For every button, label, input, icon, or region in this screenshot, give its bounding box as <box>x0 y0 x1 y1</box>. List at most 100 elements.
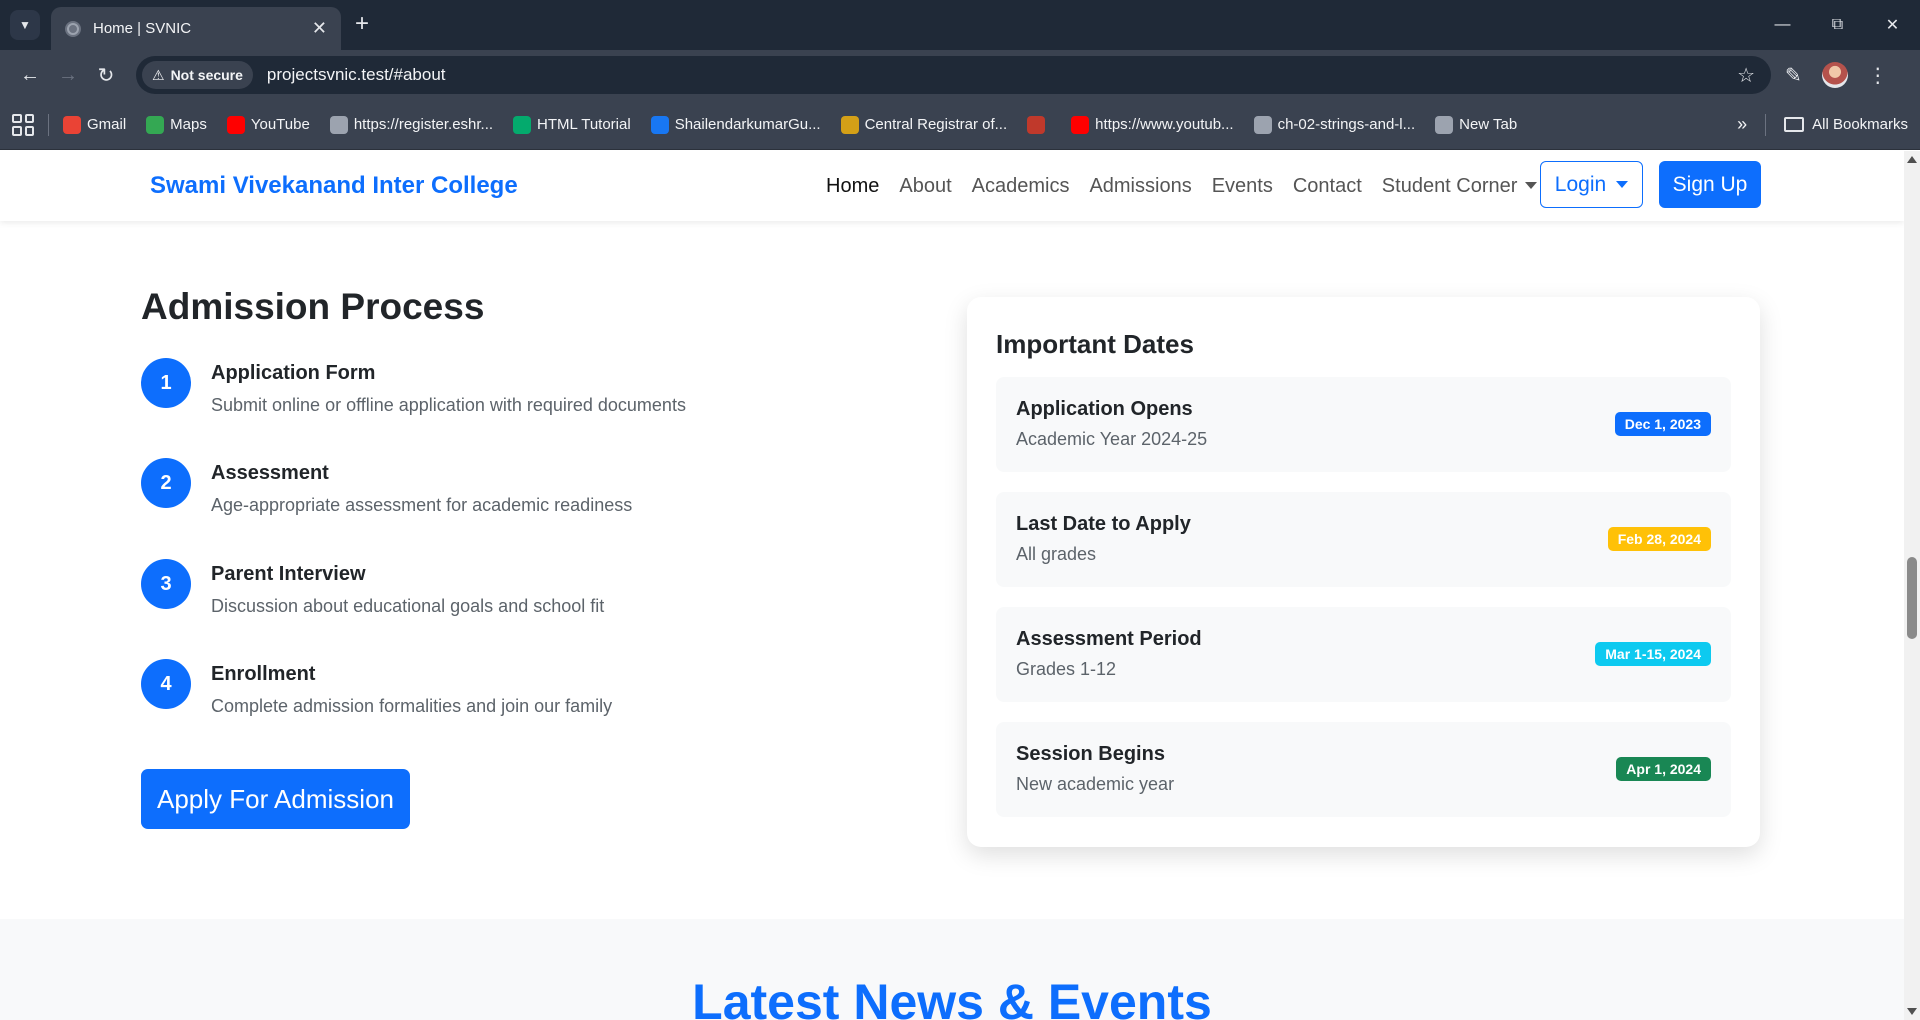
nav-about[interactable]: About <box>899 175 951 198</box>
security-indicator[interactable]: ⚠ Not secure <box>142 61 253 89</box>
bookmark-item[interactable]: ch-02-strings-and-l... <box>1253 115 1416 134</box>
bookmark-label: ch-02-strings-and-l... <box>1277 116 1416 133</box>
restore-icon[interactable]: ⧉ <box>1810 0 1865 50</box>
bookmark-label: Central Registrar of... <box>864 116 1008 133</box>
step-description: Age-appropriate assessment for academic … <box>211 495 633 515</box>
nav-admissions[interactable]: Admissions <box>1089 175 1191 198</box>
back-icon[interactable]: ← <box>12 57 48 93</box>
bookmark-item[interactable]: YouTube <box>226 115 310 134</box>
apps-grid-icon[interactable] <box>12 113 34 136</box>
youtube-icon <box>1071 115 1090 134</box>
bookmark-item[interactable]: Maps <box>146 115 207 134</box>
step-number-badge: 4 <box>141 659 191 709</box>
admission-step: 3 Parent Interview Discussion about educ… <box>141 559 841 629</box>
scrollbar-thumb[interactable] <box>1907 557 1917 639</box>
nav-student-corner-label: Student Corner <box>1381 174 1518 197</box>
new-tab-button[interactable]: + <box>355 12 369 36</box>
scroll-down-icon[interactable] <box>1907 1008 1917 1015</box>
divider <box>1765 113 1767 136</box>
page-viewport: Swami Vivekanand Inter College Home Abou… <box>0 151 1920 1020</box>
date-item: Assessment Period Grades 1-12 Mar 1-15, … <box>996 607 1731 702</box>
step-title: Enrollment <box>211 663 316 685</box>
login-dropdown-button[interactable]: Login <box>1540 161 1643 208</box>
bookmark-label: https://register.eshr... <box>353 116 494 133</box>
omnibox[interactable]: ⚠ Not secure projectsvnic.test/#about ☆ <box>136 56 1771 94</box>
nav-contact[interactable]: Contact <box>1293 175 1362 198</box>
date-item-name: Session Begins <box>1016 743 1165 765</box>
extensions-icon[interactable]: ✎ <box>1785 63 1802 88</box>
bookmark-item[interactable]: https://www.youtub... <box>1071 115 1234 134</box>
bookmark-label: ShailendarkumarGu... <box>674 116 821 133</box>
folder-icon <box>1784 117 1805 132</box>
caret-down-icon <box>1525 181 1538 189</box>
bookmark-item[interactable]: HTML Tutorial <box>513 115 631 134</box>
bookmark-label: https://www.youtub... <box>1095 116 1234 133</box>
bookmark-item[interactable]: ShailendarkumarGu... <box>650 115 821 134</box>
date-badge: Feb 28, 2024 <box>1607 527 1711 551</box>
date-item-subtitle: All grades <box>1016 544 1097 564</box>
news-section-title: Latest News & Events <box>692 974 1212 1020</box>
important-dates-card: Important Dates Application Opens Academ… <box>967 297 1760 847</box>
step-description: Submit online or offline application wit… <box>211 395 686 415</box>
chevron-down-icon: ▼ <box>19 18 31 32</box>
all-bookmarks-button[interactable]: All Bookmarks <box>1812 116 1908 133</box>
nav-home[interactable]: Home <box>826 175 879 198</box>
page-icon <box>1027 115 1046 134</box>
url-text[interactable]: projectsvnic.test/#about <box>267 65 1737 85</box>
browser-tab-active[interactable]: Home | SVNIC ✕ <box>51 7 341 50</box>
security-label: Not secure <box>170 67 243 83</box>
bookmark-label: Maps <box>170 116 207 133</box>
bookmark-item[interactable]: Gmail <box>63 115 127 134</box>
nav-events[interactable]: Events <box>1212 175 1273 198</box>
date-badge: Dec 1, 2023 <box>1614 412 1711 436</box>
date-badge: Apr 1, 2024 <box>1616 757 1711 781</box>
signup-button[interactable]: Sign Up <box>1659 161 1761 208</box>
date-item-name: Assessment Period <box>1016 628 1202 650</box>
tab-title: Home | SVNIC <box>93 20 192 37</box>
site-brand[interactable]: Swami Vivekanand Inter College <box>150 172 518 200</box>
nav-academics[interactable]: Academics <box>972 175 1070 198</box>
globe-icon <box>1435 115 1454 134</box>
close-icon[interactable]: ✕ <box>312 18 327 39</box>
forward-icon[interactable]: → <box>50 57 86 93</box>
more-bookmarks-icon[interactable]: » <box>1737 114 1747 135</box>
date-item-subtitle: New academic year <box>1016 774 1175 794</box>
bookmark-label: Gmail <box>87 116 127 133</box>
step-number-badge: 2 <box>141 458 191 508</box>
window-close-icon[interactable]: ✕ <box>1865 0 1920 50</box>
star-icon[interactable]: ☆ <box>1737 63 1755 88</box>
address-toolbar: ← → ↻ ⚠ Not secure projectsvnic.test/#ab… <box>0 50 1920 100</box>
minimize-icon[interactable]: — <box>1755 0 1810 50</box>
login-label: Login <box>1554 172 1607 196</box>
nav-links: Home About Academics Admissions Events C… <box>826 175 1557 198</box>
globe-icon <box>1253 115 1272 134</box>
admission-step: 4 Enrollment Complete admission formalit… <box>141 659 841 729</box>
step-title: Application Form <box>211 362 376 384</box>
divider <box>48 113 49 136</box>
emblem-icon <box>329 115 348 134</box>
menu-kebab-icon[interactable]: ⋮ <box>1868 63 1888 88</box>
date-item-subtitle: Academic Year 2024-25 <box>1016 429 1208 449</box>
step-number-badge: 3 <box>141 559 191 609</box>
profile-avatar[interactable] <box>1821 62 1848 88</box>
w3schools-icon <box>513 115 532 134</box>
scroll-up-icon[interactable] <box>1907 156 1917 163</box>
tab-search-button[interactable]: ▼ <box>10 10 40 40</box>
admission-process-title: Admission Process <box>141 286 485 327</box>
bookmark-label: HTML Tutorial <box>537 116 631 133</box>
date-item: Application Opens Academic Year 2024-25 … <box>996 377 1731 472</box>
bookmark-item[interactable]: Central Registrar of... <box>840 115 1008 134</box>
bookmark-item[interactable] <box>1027 115 1051 134</box>
reload-icon[interactable]: ↻ <box>88 57 124 93</box>
window-controls: — ⧉ ✕ <box>1755 0 1920 50</box>
page-scrollbar[interactable] <box>1904 151 1920 1020</box>
nav-student-corner[interactable]: Student Corner <box>1382 175 1538 198</box>
date-item: Last Date to Apply All grades Feb 28, 20… <box>996 492 1731 587</box>
date-item: Session Begins New academic year Apr 1, … <box>996 722 1731 817</box>
bookmark-item[interactable]: https://register.eshr... <box>329 115 494 134</box>
apply-for-admission-button[interactable]: Apply For Admission <box>141 769 410 829</box>
step-number-badge: 1 <box>141 358 191 408</box>
step-title: Parent Interview <box>211 563 366 585</box>
bookmark-item[interactable]: New Tab <box>1435 115 1517 134</box>
admission-step: 1 Application Form Submit online or offl… <box>141 358 841 428</box>
